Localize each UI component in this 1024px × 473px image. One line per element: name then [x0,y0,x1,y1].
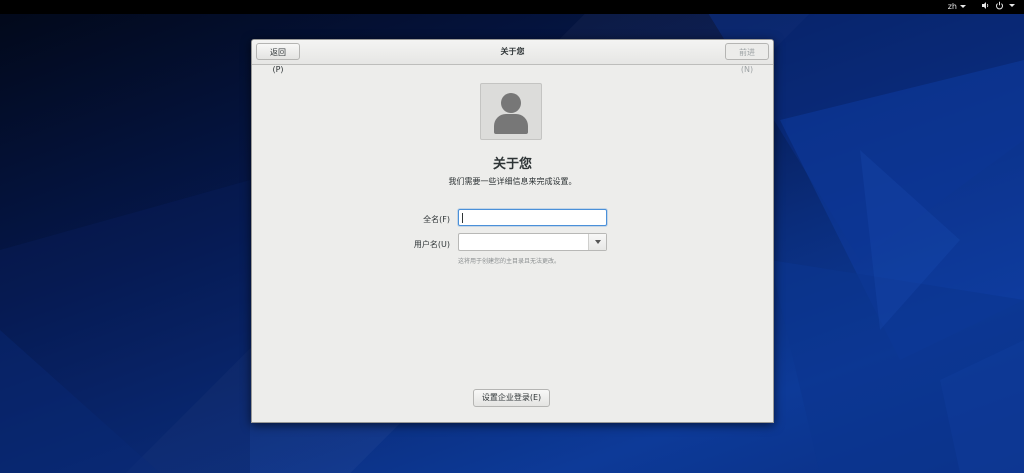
username-dropdown-button[interactable] [588,234,606,250]
chevron-down-icon [960,5,966,8]
avatar-head [501,93,521,113]
username-hint: 这将用于创建您的主目录且无法更改。 [458,258,561,265]
username-label: 用户名(U) [413,240,450,249]
window-title: 关于您 [500,47,525,56]
chevron-down-icon [1009,4,1015,7]
next-button[interactable]: 前进(N) [725,43,769,74]
system-menu[interactable] [981,1,1015,10]
volume-icon [982,2,989,9]
user-avatar-icon[interactable] [480,83,542,140]
text-caret [462,213,463,223]
enterprise-login-button[interactable]: 设置企业登录(E) [473,389,550,407]
fullname-input[interactable] [458,209,607,226]
language-menu[interactable]: zh [948,2,966,11]
top-bar: zh [0,0,1024,14]
language-label: zh [947,2,957,11]
setup-window: 返回(P) 关于您 前进(N) 关于您 我们需要一些详细信息来完成设置。 全名(… [251,39,774,423]
avatar-body [494,114,528,134]
chevron-down-icon [595,240,601,244]
fullname-label: 全名(F) [423,215,450,224]
username-combobox[interactable] [458,233,607,251]
power-icon [996,1,1003,10]
header-bar: 返回(P) 关于您 前进(N) [252,40,773,74]
page-subtitle: 我们需要一些详细信息来完成设置。 [448,177,577,186]
page-title: 关于您 [492,157,532,172]
